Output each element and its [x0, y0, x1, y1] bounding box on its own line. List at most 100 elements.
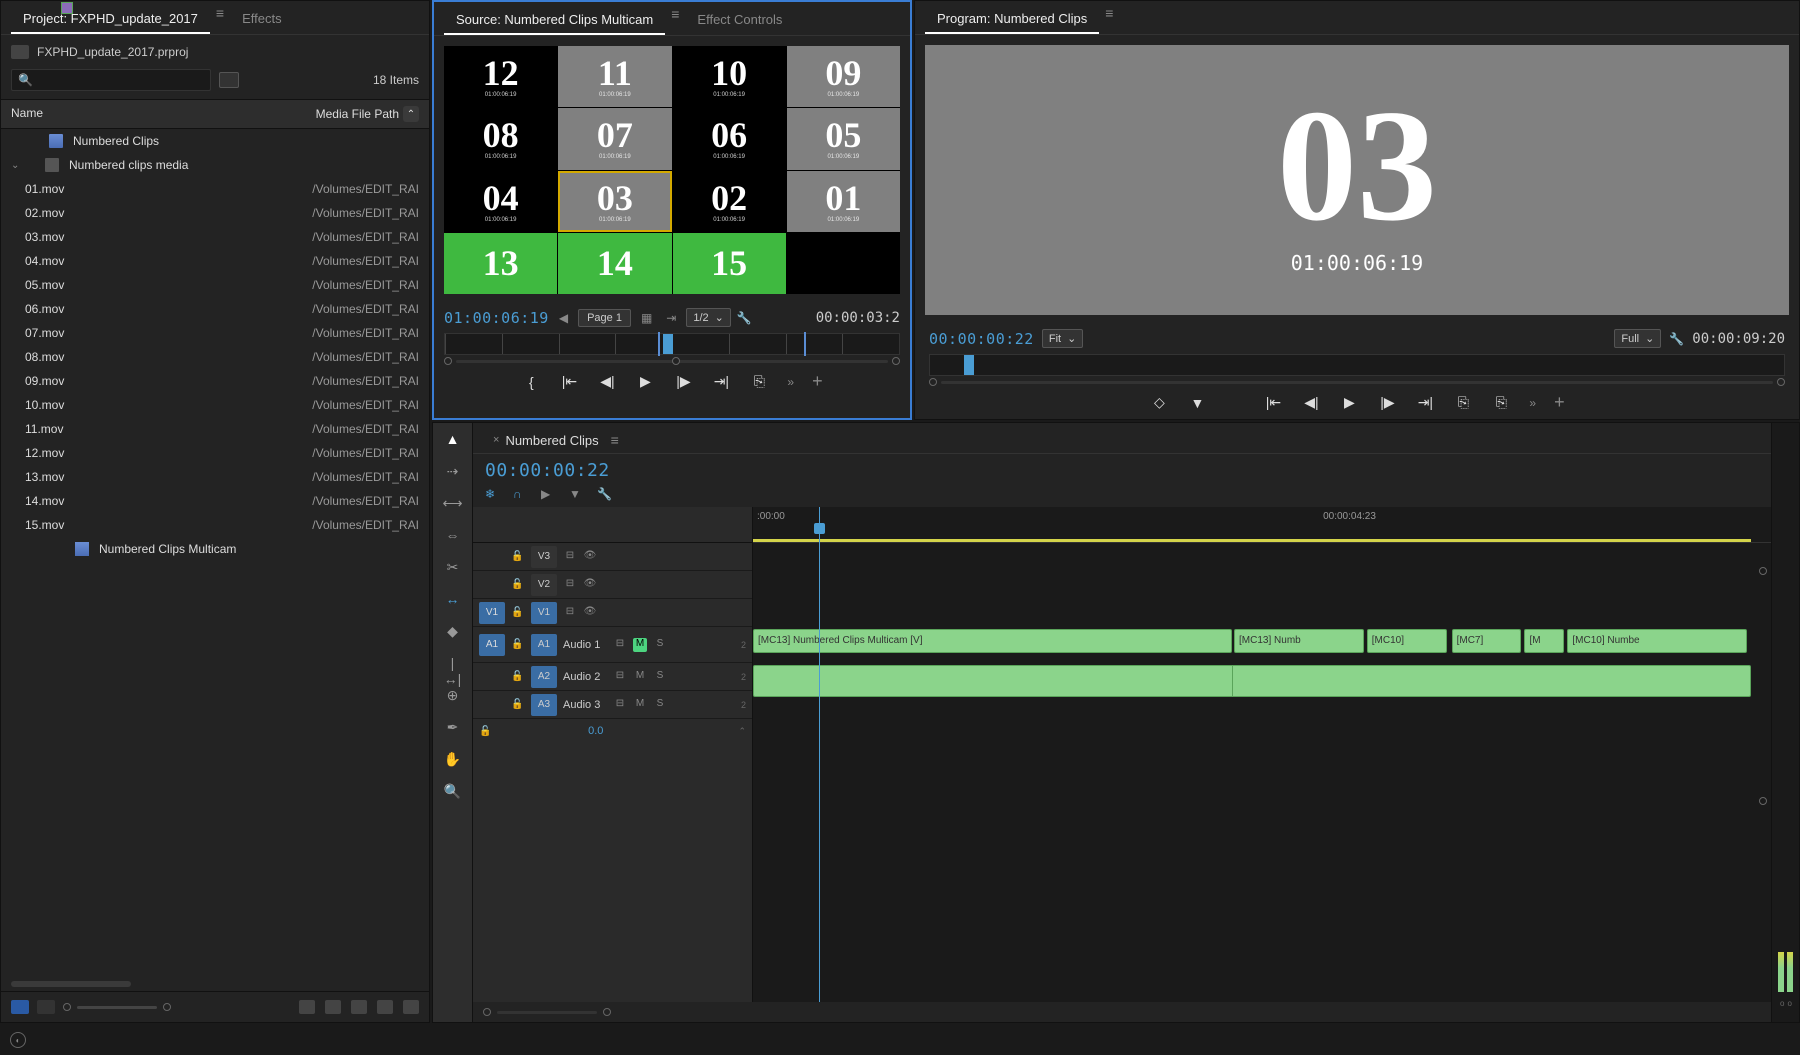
lift-button[interactable]: ⎘ [1453, 394, 1473, 411]
file-row[interactable]: 04.mov/Volumes/EDIT_RAI [1, 249, 429, 273]
mute-button[interactable]: M [633, 698, 647, 712]
sync-lock-icon[interactable]: ⊟ [563, 606, 577, 620]
multicam-cell[interactable]: 0101:00:06:19 [787, 171, 900, 232]
multicam-cell[interactable]: 0901:00:06:19 [787, 46, 900, 107]
source-patch[interactable] [479, 574, 505, 596]
video-track-header[interactable]: 🔓V2⊟👁 [473, 571, 752, 599]
playhead-line[interactable] [819, 507, 820, 1002]
tab-menu-icon[interactable]: ≡ [210, 5, 230, 34]
video-track-header[interactable]: V1🔓V1⊟👁 [473, 599, 752, 627]
source-patch[interactable]: V1 [479, 602, 505, 624]
zoom-out-icon[interactable] [63, 1003, 71, 1011]
multicam-cell[interactable]: 0401:00:06:19 [444, 171, 557, 232]
creative-cloud-icon[interactable]: ◐ [10, 1032, 26, 1048]
keyframe-dot[interactable] [1759, 567, 1767, 575]
multicam-cell[interactable]: 1101:00:06:19 [558, 46, 671, 107]
solo-button[interactable]: S [653, 698, 667, 712]
slip-tool[interactable]: ↔ [443, 591, 463, 611]
scrub-playhead[interactable] [663, 334, 673, 354]
lock-icon[interactable]: 🔓 [511, 671, 525, 682]
source-patch[interactable] [479, 666, 505, 688]
zoom-in-icon[interactable] [163, 1003, 171, 1011]
time-ruler[interactable]: :00:00 00:00:04:23 [753, 507, 1771, 543]
tree-caret-icon[interactable]: ⌄ [11, 160, 25, 171]
audio-level[interactable]: 0.0 [588, 725, 603, 737]
new-item-icon[interactable] [377, 1000, 393, 1014]
lock-icon[interactable]: 🔓 [511, 579, 525, 590]
go-to-in-button[interactable]: |⇤ [559, 373, 579, 390]
sync-lock-icon[interactable]: ⊟ [613, 638, 627, 652]
lock-icon[interactable]: 🔓 [511, 699, 525, 710]
timeline-playhead-tc[interactable]: 00:00:00:22 [485, 460, 610, 481]
file-row[interactable]: 05.mov/Volumes/EDIT_RAI [1, 273, 429, 297]
page-display-icon[interactable]: ▦ [637, 311, 656, 325]
step-back-button[interactable]: ◀| [597, 373, 617, 390]
file-row[interactable]: 02.mov/Volumes/EDIT_RAI [1, 201, 429, 225]
step-forward-button[interactable]: |▶ [1377, 394, 1397, 411]
settings-icon[interactable]: 🔧 [597, 487, 611, 501]
video-clip[interactable]: [MC7] [1452, 629, 1522, 653]
search-input-wrapper[interactable]: 🔍 [11, 69, 211, 91]
new-bin-icon[interactable] [351, 1000, 367, 1014]
snap-icon[interactable]: ❄ [485, 487, 499, 501]
rectangle-tool[interactable]: ⊕ [443, 687, 463, 707]
track-select-tool[interactable]: ⇢ [443, 463, 463, 483]
multicam-cell[interactable]: 13 [444, 233, 557, 294]
lock-icon[interactable]: 🔓 [511, 551, 525, 562]
multicam-cell[interactable]: 1201:00:06:19 [444, 46, 557, 107]
video-clip[interactable]: [MC13] Numbered Clips Multicam [V] [753, 629, 1232, 653]
settings-wrench-icon[interactable]: 🔧 [737, 311, 752, 325]
zoom-track[interactable] [941, 381, 1773, 384]
multicam-cell[interactable]: 0601:00:06:19 [673, 108, 786, 169]
step-forward-button[interactable]: |▶ [673, 373, 693, 390]
playhead-cap[interactable] [814, 523, 825, 534]
pen-tool[interactable]: |↔| [443, 655, 463, 675]
zoom-tool[interactable]: 🔍 [443, 783, 463, 803]
add-marker-button[interactable]: ◇ [1149, 394, 1169, 411]
tab-menu-icon[interactable]: ≡ [1099, 5, 1119, 34]
mark-in-button[interactable]: { [521, 374, 541, 390]
hand-tool[interactable]: ✋ [443, 751, 463, 771]
video-clip[interactable]: [MC10] Numbe [1567, 629, 1747, 653]
effects-tab[interactable]: Effects [230, 5, 294, 34]
zoom-thumb[interactable] [672, 357, 680, 365]
file-row[interactable]: ⌄Numbered clips media [1, 153, 429, 177]
extract-button[interactable]: ⎘ [1491, 394, 1511, 411]
file-row[interactable]: Numbered Clips Multicam [1, 537, 429, 561]
video-clip[interactable]: [MC10] [1367, 629, 1447, 653]
master-lock-icon[interactable]: 🔓 [479, 726, 493, 737]
target-patch[interactable]: A3 [531, 694, 557, 716]
effect-controls-tab[interactable]: Effect Controls [685, 6, 794, 35]
lock-icon[interactable]: 🔓 [511, 639, 525, 650]
target-patch[interactable]: A2 [531, 666, 557, 688]
source-patch[interactable]: A1 [479, 634, 505, 656]
go-to-out-button[interactable]: ⇥| [711, 373, 731, 390]
more-transport-icon[interactable]: » [1529, 396, 1536, 410]
insert-button[interactable]: ⎘ [749, 373, 769, 390]
marker-button[interactable]: ▼ [1187, 395, 1207, 411]
find-icon[interactable] [325, 1000, 341, 1014]
linked-selection-icon[interactable]: ∩ [513, 487, 527, 501]
freeform-view-icon[interactable] [299, 1000, 315, 1014]
multicam-cell[interactable]: 0501:00:06:19 [787, 108, 900, 169]
source-timecode-in[interactable]: 01:00:06:19 [444, 309, 549, 327]
add-marker-icon[interactable]: ▶ [541, 487, 555, 501]
slide-tool[interactable]: ◆ [443, 623, 463, 643]
visibility-icon[interactable]: 👁 [583, 578, 597, 592]
multicam-cell[interactable]: 1001:00:06:19 [673, 46, 786, 107]
program-timecode-in[interactable]: 00:00:00:22 [929, 330, 1034, 348]
file-row[interactable]: 10.mov/Volumes/EDIT_RAI [1, 393, 429, 417]
work-area-bar[interactable] [753, 539, 1751, 542]
sync-lock-icon[interactable]: ⊟ [613, 670, 627, 684]
page-next-icon[interactable]: ⇥ [662, 311, 680, 325]
timeline-tab[interactable]: × Numbered Clips ≡ [483, 427, 635, 453]
source-timecode-dur[interactable]: 00:00:03:2 [816, 310, 900, 326]
multicam-cell[interactable] [787, 233, 900, 294]
tab-menu-icon[interactable]: ≡ [605, 432, 625, 448]
video-track-header[interactable]: 🔓V3⊟👁 [473, 543, 752, 571]
file-row[interactable]: 12.mov/Volumes/EDIT_RAI [1, 441, 429, 465]
quality-dropdown[interactable]: Full⌄ [1614, 329, 1661, 348]
multicam-cell[interactable]: 15 [673, 233, 786, 294]
multicam-cell[interactable]: 0701:00:06:19 [558, 108, 671, 169]
column-name[interactable]: Name [11, 106, 299, 122]
